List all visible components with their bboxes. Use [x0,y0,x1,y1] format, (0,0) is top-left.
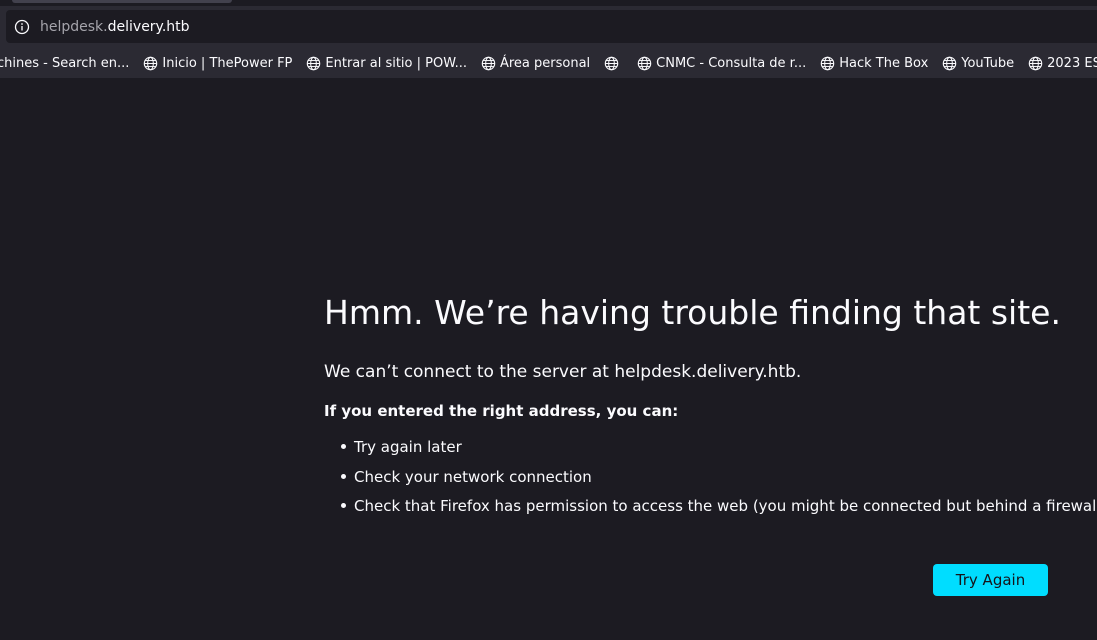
bookmark-item[interactable]: chines - Search en... [0,56,129,71]
browser-toolbar: helpdesk.delivery.htb chines - Search en… [0,0,1097,78]
globe-icon [1028,56,1043,70]
bookmarks-toolbar: chines - Search en... Inicio | ThePower … [0,50,1097,76]
suggestions-list: Try again later Check your network conne… [324,438,1097,527]
globe-icon [943,56,957,70]
url-text[interactable]: helpdesk.delivery.htb [40,19,190,35]
globe-icon [604,56,619,70]
bookmark-label: Área personal [499,55,591,71]
active-tab-edge[interactable] [12,0,232,3]
error-description: We can’t connect to the server at helpde… [324,362,802,382]
try-again-button[interactable]: Try Again [933,564,1048,596]
bookmark-item[interactable]: YouTube [942,56,1014,71]
bookmark-label: 2023 ES ES [1047,55,1097,71]
bookmark-item[interactable]: Hack The Box [820,56,928,71]
address-bar[interactable]: helpdesk.delivery.htb [6,10,1097,43]
bookmark-item[interactable]: Entrar al sitio | POW... [306,56,467,71]
bookmark-label: YouTube [961,55,1015,71]
bookmark-label: chines - Search en... [0,55,130,71]
bookmark-item[interactable]: Área personal [481,56,590,71]
globe-icon [481,56,496,70]
suggestion-item: Check your network connection [324,468,1064,498]
bookmark-label: CNMC - Consulta de r... [656,55,807,71]
globe-icon [307,56,321,70]
bookmark-label: Entrar al sitio | POW... [325,55,467,71]
error-container: Hmm. We’re having trouble finding that s… [324,292,1097,527]
suggestion-item: Try again later [324,438,1064,468]
globe-icon [637,56,652,70]
bookmark-item[interactable]: Inicio | ThePower FP [143,56,292,71]
suggestion-item: Check that Firefox has permission to acc… [324,497,1097,527]
error-page: Hmm. We’re having trouble finding that s… [0,78,1097,640]
bookmark-item[interactable]: CNMC - Consulta de r... [637,56,806,71]
url-subdomain: helpdesk. [40,18,108,35]
bookmark-item[interactable]: 2023 ES ES [1028,56,1097,71]
error-title: Hmm. We’re having trouble finding that s… [324,293,1061,332]
globe-icon [820,56,835,70]
info-icon[interactable] [14,19,30,35]
globe-icon [144,56,158,70]
url-domain: delivery.htb [107,18,190,35]
bookmark-label: Hack The Box [839,55,929,71]
suggestions-heading: If you entered the right address, you ca… [324,402,679,420]
bookmark-label: Inicio | ThePower FP [162,55,293,71]
bookmark-item[interactable] [604,56,623,71]
